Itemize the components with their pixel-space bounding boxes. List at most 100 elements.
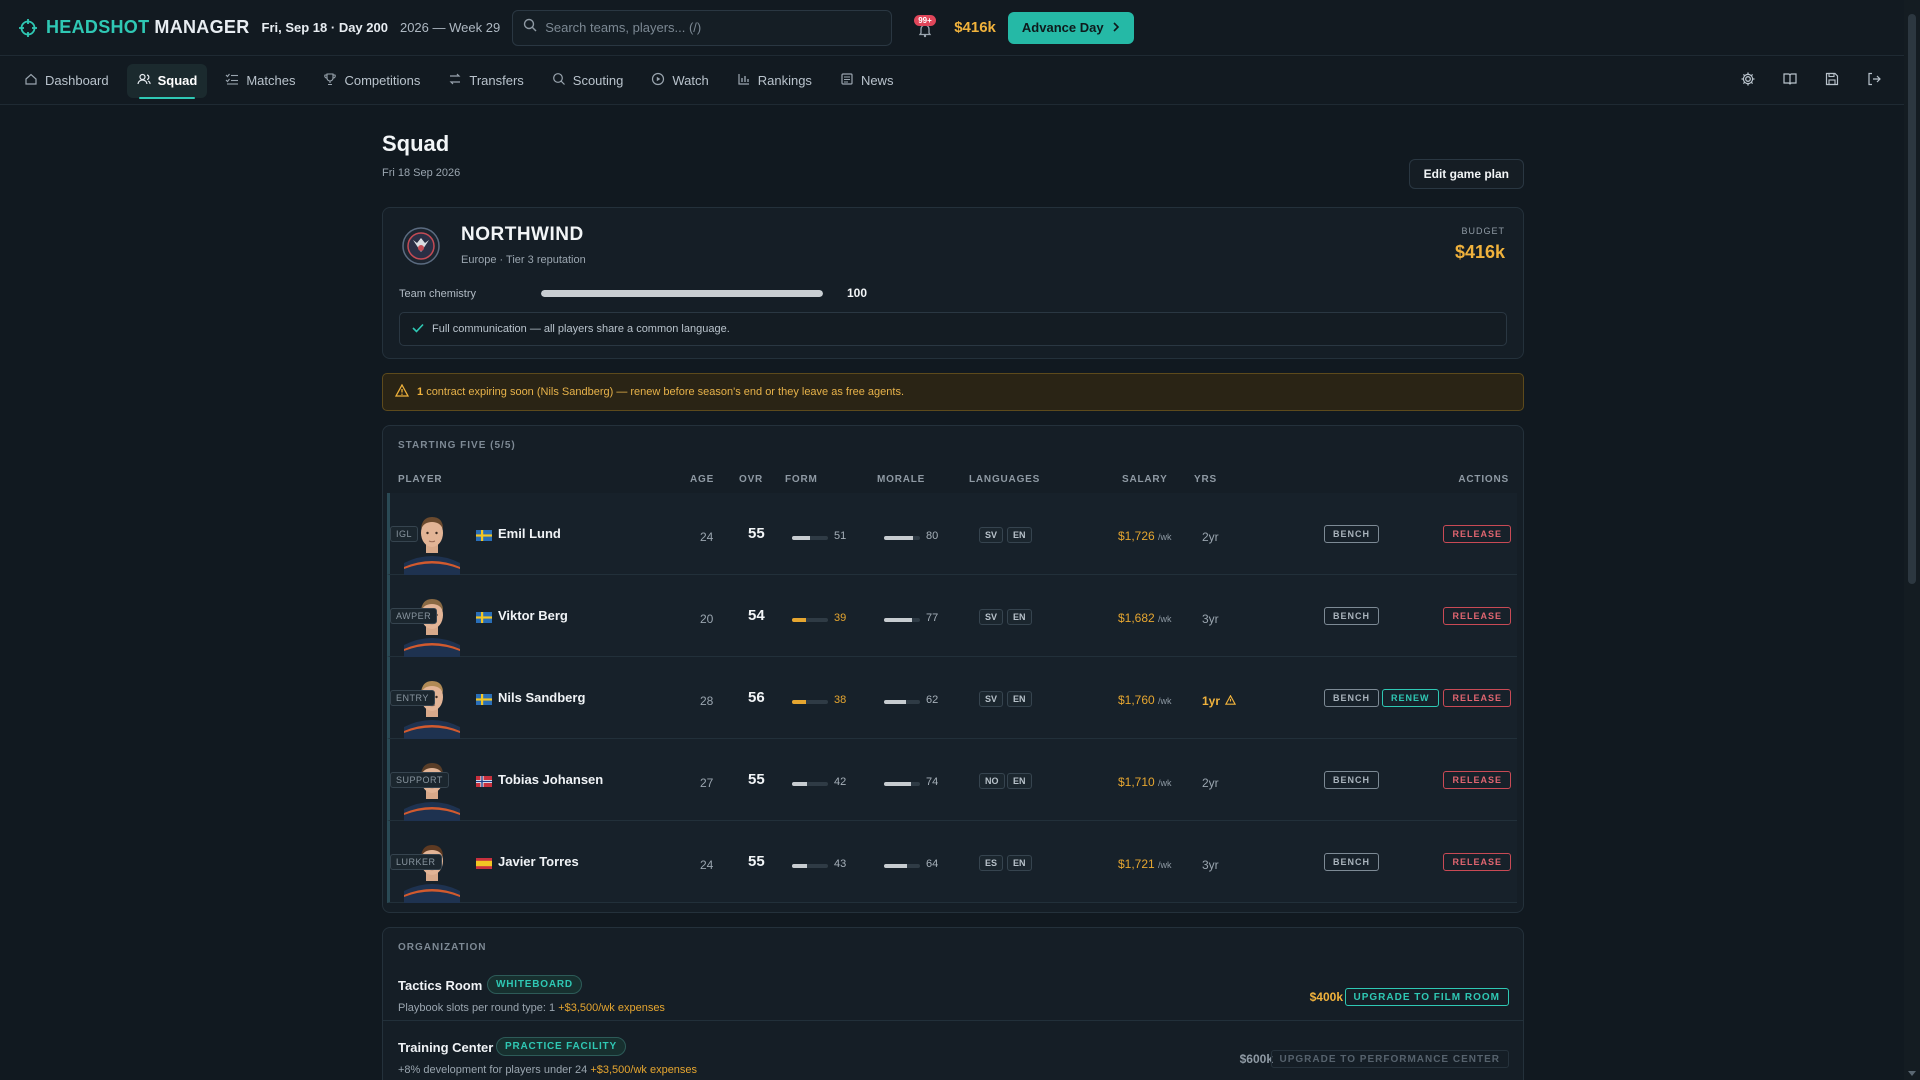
team-crest-icon (401, 226, 441, 266)
main-nav: Dashboard Squad Matches Competitions Transfe… (0, 57, 1904, 105)
player-name[interactable]: Emil Lund (498, 526, 561, 541)
chemistry-value: 100 (847, 286, 868, 300)
player-row[interactable]: Tobias Johansen SUPPORT 27 55 42 74 NO EN $1,710… (387, 739, 1517, 821)
page-date: Fri 18 Sep 2026 (382, 167, 461, 179)
form-value: 43 (834, 858, 847, 870)
book-button[interactable] (1780, 71, 1800, 91)
player-name[interactable]: Tobias Johansen (498, 772, 603, 787)
form-value: 38 (834, 694, 847, 706)
player-row[interactable]: Viktor Berg AWPER 20 54 39 77 SV EN $1,682 /wk 3y… (387, 575, 1517, 657)
player-name[interactable]: Nils Sandberg (498, 690, 585, 705)
facility-effect: +8% development for players under 24 (398, 1064, 588, 1076)
player-row[interactable]: Emil Lund IGL 24 55 51 80 SV EN $1,726 /wk 2yr BEN… (387, 493, 1517, 575)
gear-button[interactable] (1738, 71, 1758, 91)
morale-bar (884, 618, 920, 622)
language-badge: ES (979, 855, 1004, 871)
advance-day-button[interactable]: Advance Day (1007, 11, 1134, 44)
form-bar (792, 864, 828, 868)
contract-years: 2yr (1202, 530, 1219, 544)
crosshair-icon (18, 18, 38, 38)
facility-description: Playbook slots per round type: 1 +$3,500… (398, 1002, 665, 1014)
header-age: AGE (690, 474, 715, 485)
bench-button[interactable]: BENCH (1324, 771, 1380, 789)
player-name[interactable]: Viktor Berg (498, 608, 568, 623)
header-yrs: YRS (1194, 474, 1217, 485)
morale-bar (884, 782, 920, 786)
bench-button[interactable]: BENCH (1324, 525, 1380, 543)
player-salary: $1,710 /wk (1118, 775, 1172, 789)
player-role-badge: IGL (390, 526, 419, 542)
notifications-button[interactable]: 99+ (912, 14, 938, 41)
bench-button[interactable]: BENCH (1324, 607, 1380, 625)
tab-label: Watch (672, 73, 709, 88)
trophy-icon (323, 72, 337, 89)
tab-watch[interactable]: Watch (641, 64, 718, 98)
edit-game-plan-button[interactable]: Edit game plan (1408, 159, 1524, 189)
tab-label: Competitions (344, 73, 421, 88)
renew-button[interactable]: RENEW (1382, 689, 1439, 707)
contract-years: 2yr (1202, 776, 1219, 790)
player-age: 24 (700, 858, 714, 872)
contract-years-value: 3yr (1202, 858, 1219, 872)
player-age: 28 (700, 694, 714, 708)
release-button[interactable]: RELEASE (1443, 853, 1511, 871)
form-value: 39 (834, 612, 847, 624)
header-actions: ACTIONS (1458, 474, 1509, 485)
form-bar-fill (792, 864, 808, 868)
starting-five-card: STARTING FIVE (5/5) PLAYER AGE OVR FORM … (382, 425, 1524, 913)
release-button[interactable]: RELEASE (1443, 607, 1511, 625)
search-input[interactable] (545, 20, 876, 35)
vertical-scrollbar[interactable] (1904, 0, 1920, 1080)
divider (383, 1020, 1523, 1021)
player-name[interactable]: Javier Torres (498, 854, 579, 869)
save-button[interactable] (1822, 71, 1842, 91)
language-badge: EN (1007, 691, 1032, 707)
scroll-down-arrow-icon[interactable] (1908, 1071, 1916, 1076)
form-bar-fill (792, 700, 806, 704)
player-role-badge: SUPPORT (390, 772, 449, 788)
bench-button[interactable]: BENCH (1324, 853, 1380, 871)
header-salary: SALARY (1122, 474, 1168, 485)
player-row[interactable]: Javier Torres LURKER 24 55 43 64 ES EN $1,721 /w… (387, 821, 1517, 903)
advance-day-label: Advance Day (1021, 20, 1104, 35)
tab-dashboard[interactable]: Dashboard (14, 64, 119, 98)
salary-unit: /wk (1158, 778, 1172, 788)
brand-name: HEADSHOT MANAGER (46, 17, 250, 38)
upgrade-cost: $600k (1239, 1052, 1273, 1066)
release-button[interactable]: RELEASE (1443, 689, 1511, 707)
header-player: PLAYER (398, 474, 443, 485)
bar-chart-icon (737, 72, 751, 89)
language-badge: SV (979, 609, 1004, 625)
scrollbar-thumb[interactable] (1908, 14, 1916, 584)
upgrade-facility-button[interactable]: UPGRADE TO PERFORMANCE CENTER (1270, 1050, 1509, 1068)
upgrade-facility-button[interactable]: UPGRADE TO FILM ROOM (1344, 988, 1509, 1006)
facility-level-badge: PRACTICE FACILITY (496, 1037, 626, 1056)
contract-years-value: 1yr (1202, 694, 1221, 708)
chevron-right-icon (1112, 20, 1120, 35)
logout-button[interactable] (1864, 71, 1884, 91)
player-row[interactable]: Nils Sandberg ENTRY 28 56 38 62 SV EN $1,760 /wk… (387, 657, 1517, 739)
tab-scouting[interactable]: Scouting (542, 64, 634, 98)
player-age: 24 (700, 530, 714, 544)
budget-label: BUDGET (1461, 226, 1505, 236)
team-name: NORTHWIND (461, 224, 584, 245)
morale-value: 62 (926, 694, 939, 706)
tab-rankings[interactable]: Rankings (727, 64, 822, 98)
release-button[interactable]: RELEASE (1443, 525, 1511, 543)
search-box[interactable] (512, 9, 893, 46)
tab-squad[interactable]: Squad (126, 63, 208, 99)
tab-news[interactable]: News (830, 64, 904, 98)
form-bar-fill (792, 618, 807, 622)
brand-rest: MANAGER (154, 17, 250, 37)
warning-message: contract expiring soon (Nils Sandberg) —… (426, 386, 904, 398)
chemistry-bar (541, 290, 823, 297)
tab-transfers[interactable]: Transfers (438, 64, 533, 98)
tab-competitions[interactable]: Competitions (313, 64, 430, 98)
tab-matches[interactable]: Matches (215, 64, 305, 98)
flag-se-icon (476, 692, 492, 705)
release-button[interactable]: RELEASE (1443, 771, 1511, 789)
bench-button[interactable]: BENCH (1324, 689, 1380, 707)
communication-status: Full communication — all players share a… (399, 312, 1507, 346)
gear-icon (1740, 71, 1756, 92)
logo[interactable]: HEADSHOT MANAGER (18, 17, 250, 38)
